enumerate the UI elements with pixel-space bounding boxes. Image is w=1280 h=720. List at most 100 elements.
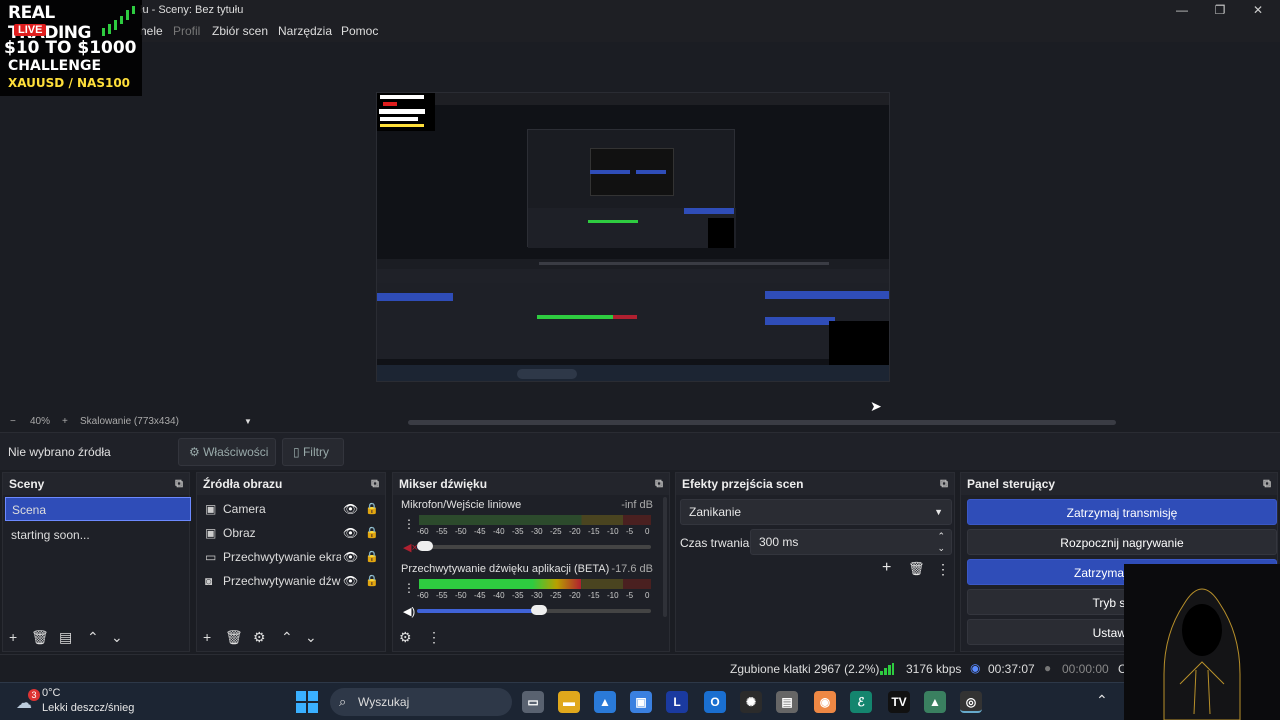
filter-icon[interactable]: ▤ bbox=[59, 629, 72, 646]
chevron-down-icon[interactable]: ⌄ bbox=[305, 629, 317, 646]
trash-icon[interactable]: 🗑 bbox=[908, 561, 925, 577]
menu-scene-collection[interactable]: Zbiór scen bbox=[212, 24, 268, 38]
gear-icon[interactable]: ⚙ bbox=[253, 629, 266, 646]
gear-icon[interactable]: ⚙ bbox=[399, 629, 412, 646]
lock-icon[interactable]: 🔒 bbox=[365, 497, 379, 521]
db-tick-label: 0 bbox=[645, 527, 650, 536]
taskbar-search[interactable]: ⌕ Wyszukaj bbox=[330, 688, 512, 716]
trash-icon[interactable]: 🗑 bbox=[31, 629, 49, 646]
obs-icon[interactable]: ◎ bbox=[960, 691, 982, 713]
undock-icon[interactable]: ⧉ bbox=[940, 473, 948, 495]
add-icon[interactable]: + bbox=[203, 629, 211, 645]
mixer-scrollbar[interactable] bbox=[663, 497, 667, 617]
app-icon[interactable]: ▤ bbox=[776, 691, 798, 713]
chevron-up-icon[interactable]: ⌃ bbox=[87, 629, 99, 646]
volume-knob[interactable] bbox=[530, 605, 547, 615]
task-view-icon[interactable]: ▭ bbox=[522, 691, 544, 713]
zoom-out-button[interactable]: − bbox=[10, 416, 16, 427]
weather-widget-icon[interactable]: ☁ 3 bbox=[16, 689, 40, 713]
source-item[interactable]: ▣ Camera 👁 🔒 bbox=[201, 497, 381, 521]
properties-button[interactable]: ⚙ Właściwości bbox=[178, 438, 276, 466]
outlook-icon[interactable]: O bbox=[704, 691, 726, 713]
mouse-cursor-icon: ➤ bbox=[870, 398, 882, 414]
eye-icon[interactable]: 👁 bbox=[343, 569, 358, 593]
eye-icon[interactable]: 👁 bbox=[343, 497, 358, 521]
scaling-dropdown-icon[interactable]: ▼ bbox=[244, 417, 252, 426]
search-icon: ⌕ bbox=[339, 694, 347, 709]
duration-label: Czas trwania bbox=[680, 536, 750, 550]
menu-profile[interactable]: Profil bbox=[173, 24, 200, 38]
weather-badge: 3 bbox=[28, 689, 40, 701]
controls-title: Panel sterujący bbox=[967, 477, 1056, 491]
properties-label: Właściwości bbox=[203, 445, 269, 459]
chart-candles-icon bbox=[102, 6, 135, 36]
level-meter bbox=[419, 579, 651, 589]
chrome-icon[interactable]: ◉ bbox=[814, 691, 836, 713]
menu-tools[interactable]: Narzędzia bbox=[278, 24, 332, 38]
source-item[interactable]: ▭ Przechwytywanie ekranu 👁 🔒 bbox=[201, 545, 381, 569]
l-app-icon[interactable]: L bbox=[666, 691, 688, 713]
chevron-down-icon[interactable]: ⌄ bbox=[111, 629, 123, 646]
record-time: 00:00:00 bbox=[1062, 662, 1109, 676]
weather-description: Lekki deszcz/śnieg bbox=[42, 702, 135, 714]
lock-icon[interactable]: 🔒 bbox=[365, 569, 379, 593]
volume-knob[interactable] bbox=[417, 541, 433, 551]
chevron-up-icon[interactable]: ⌃ bbox=[281, 629, 293, 646]
weather-temp: 0°C bbox=[42, 687, 61, 699]
transition-select[interactable]: Zanikanie ▼ bbox=[680, 499, 952, 525]
tradingview-icon[interactable]: TV bbox=[888, 691, 910, 713]
filters-button[interactable]: ▯ Filtry bbox=[282, 438, 344, 466]
add-icon[interactable]: + bbox=[9, 629, 17, 645]
cursive-app-icon[interactable]: ℰ bbox=[850, 691, 872, 713]
undock-icon[interactable]: ⧉ bbox=[175, 473, 183, 495]
source-name: Przechwytywanie dźwięku bbox=[223, 574, 341, 588]
lock-icon[interactable]: 🔒 bbox=[365, 521, 379, 545]
minimize-button[interactable]: — bbox=[1162, 0, 1202, 20]
menu-bar: nele Profil Zbiór scen Narzędzia Pomoc bbox=[0, 20, 1280, 42]
muted-speaker-icon[interactable]: ◀× bbox=[403, 541, 418, 554]
add-icon[interactable]: + bbox=[882, 559, 891, 577]
eye-icon[interactable]: 👁 bbox=[343, 545, 358, 569]
store-icon[interactable]: ▣ bbox=[630, 691, 652, 713]
undock-icon[interactable]: ⧉ bbox=[1263, 473, 1271, 495]
source-item[interactable]: ◙ Przechwytywanie dźwięku 👁 🔒 bbox=[201, 569, 381, 593]
preview-canvas[interactable] bbox=[376, 92, 890, 382]
kebab-menu-icon[interactable]: ⋮ bbox=[403, 517, 415, 531]
scene-item-starting-soon[interactable]: starting soon... bbox=[5, 523, 191, 547]
maximize-button[interactable]: ❐ bbox=[1200, 0, 1240, 20]
menu-docks[interactable]: nele bbox=[140, 24, 163, 38]
undock-icon[interactable]: ⧉ bbox=[655, 473, 663, 495]
volume-slider[interactable] bbox=[417, 541, 651, 551]
eye-icon[interactable]: 👁 bbox=[343, 521, 358, 545]
undock-icon[interactable]: ⧉ bbox=[371, 473, 379, 495]
spinner-down-icon[interactable]: ⌄ bbox=[937, 536, 945, 560]
duration-input[interactable]: 300 ms ⌃ ⌄ bbox=[750, 529, 952, 555]
kebab-menu-icon[interactable]: ⋮ bbox=[936, 561, 950, 578]
close-button[interactable]: ✕ bbox=[1238, 0, 1278, 20]
menu-help[interactable]: Pomoc bbox=[341, 24, 378, 38]
stop-streaming-button[interactable]: Zatrzymaj transmisję bbox=[967, 499, 1277, 525]
sources-toolbar: + 🗑 ⚙ ⌃ ⌄ bbox=[197, 623, 385, 651]
file-explorer-icon[interactable]: ▬ bbox=[558, 691, 580, 713]
speaker-icon[interactable]: ◀) bbox=[403, 605, 415, 618]
preview-horizontal-scrollbar[interactable] bbox=[408, 420, 1116, 425]
windows-start-icon[interactable] bbox=[296, 691, 318, 713]
start-recording-button[interactable]: Rozpocznij nagrywanie bbox=[967, 529, 1277, 555]
volume-slider[interactable] bbox=[417, 605, 651, 615]
kebab-menu-icon[interactable]: ⋮ bbox=[427, 629, 441, 646]
audio-mixer-dock: Mikser dźwięku ⧉ Mikrofon/Wejście liniow… bbox=[392, 472, 670, 652]
nested-taskbar bbox=[377, 365, 889, 381]
duration-value: 300 ms bbox=[759, 535, 799, 549]
scene-item-scena[interactable]: Scena bbox=[5, 497, 191, 521]
trash-icon[interactable]: 🗑 bbox=[225, 629, 243, 646]
chevron-up-icon[interactable]: ⌃ bbox=[1096, 692, 1108, 709]
filter-icon: ▯ bbox=[293, 445, 300, 459]
kebab-menu-icon[interactable]: ⋮ bbox=[403, 581, 415, 595]
metatrader-icon[interactable]: ▲ bbox=[924, 691, 946, 713]
lock-icon[interactable]: 🔒 bbox=[365, 545, 379, 569]
photos-icon[interactable]: ▲ bbox=[594, 691, 616, 713]
nested-titlebar bbox=[377, 93, 889, 105]
source-item[interactable]: ▣ Obraz 👁 🔒 bbox=[201, 521, 381, 545]
zoom-in-button[interactable]: + bbox=[62, 416, 68, 427]
chatgpt-icon[interactable]: ✺ bbox=[740, 691, 762, 713]
